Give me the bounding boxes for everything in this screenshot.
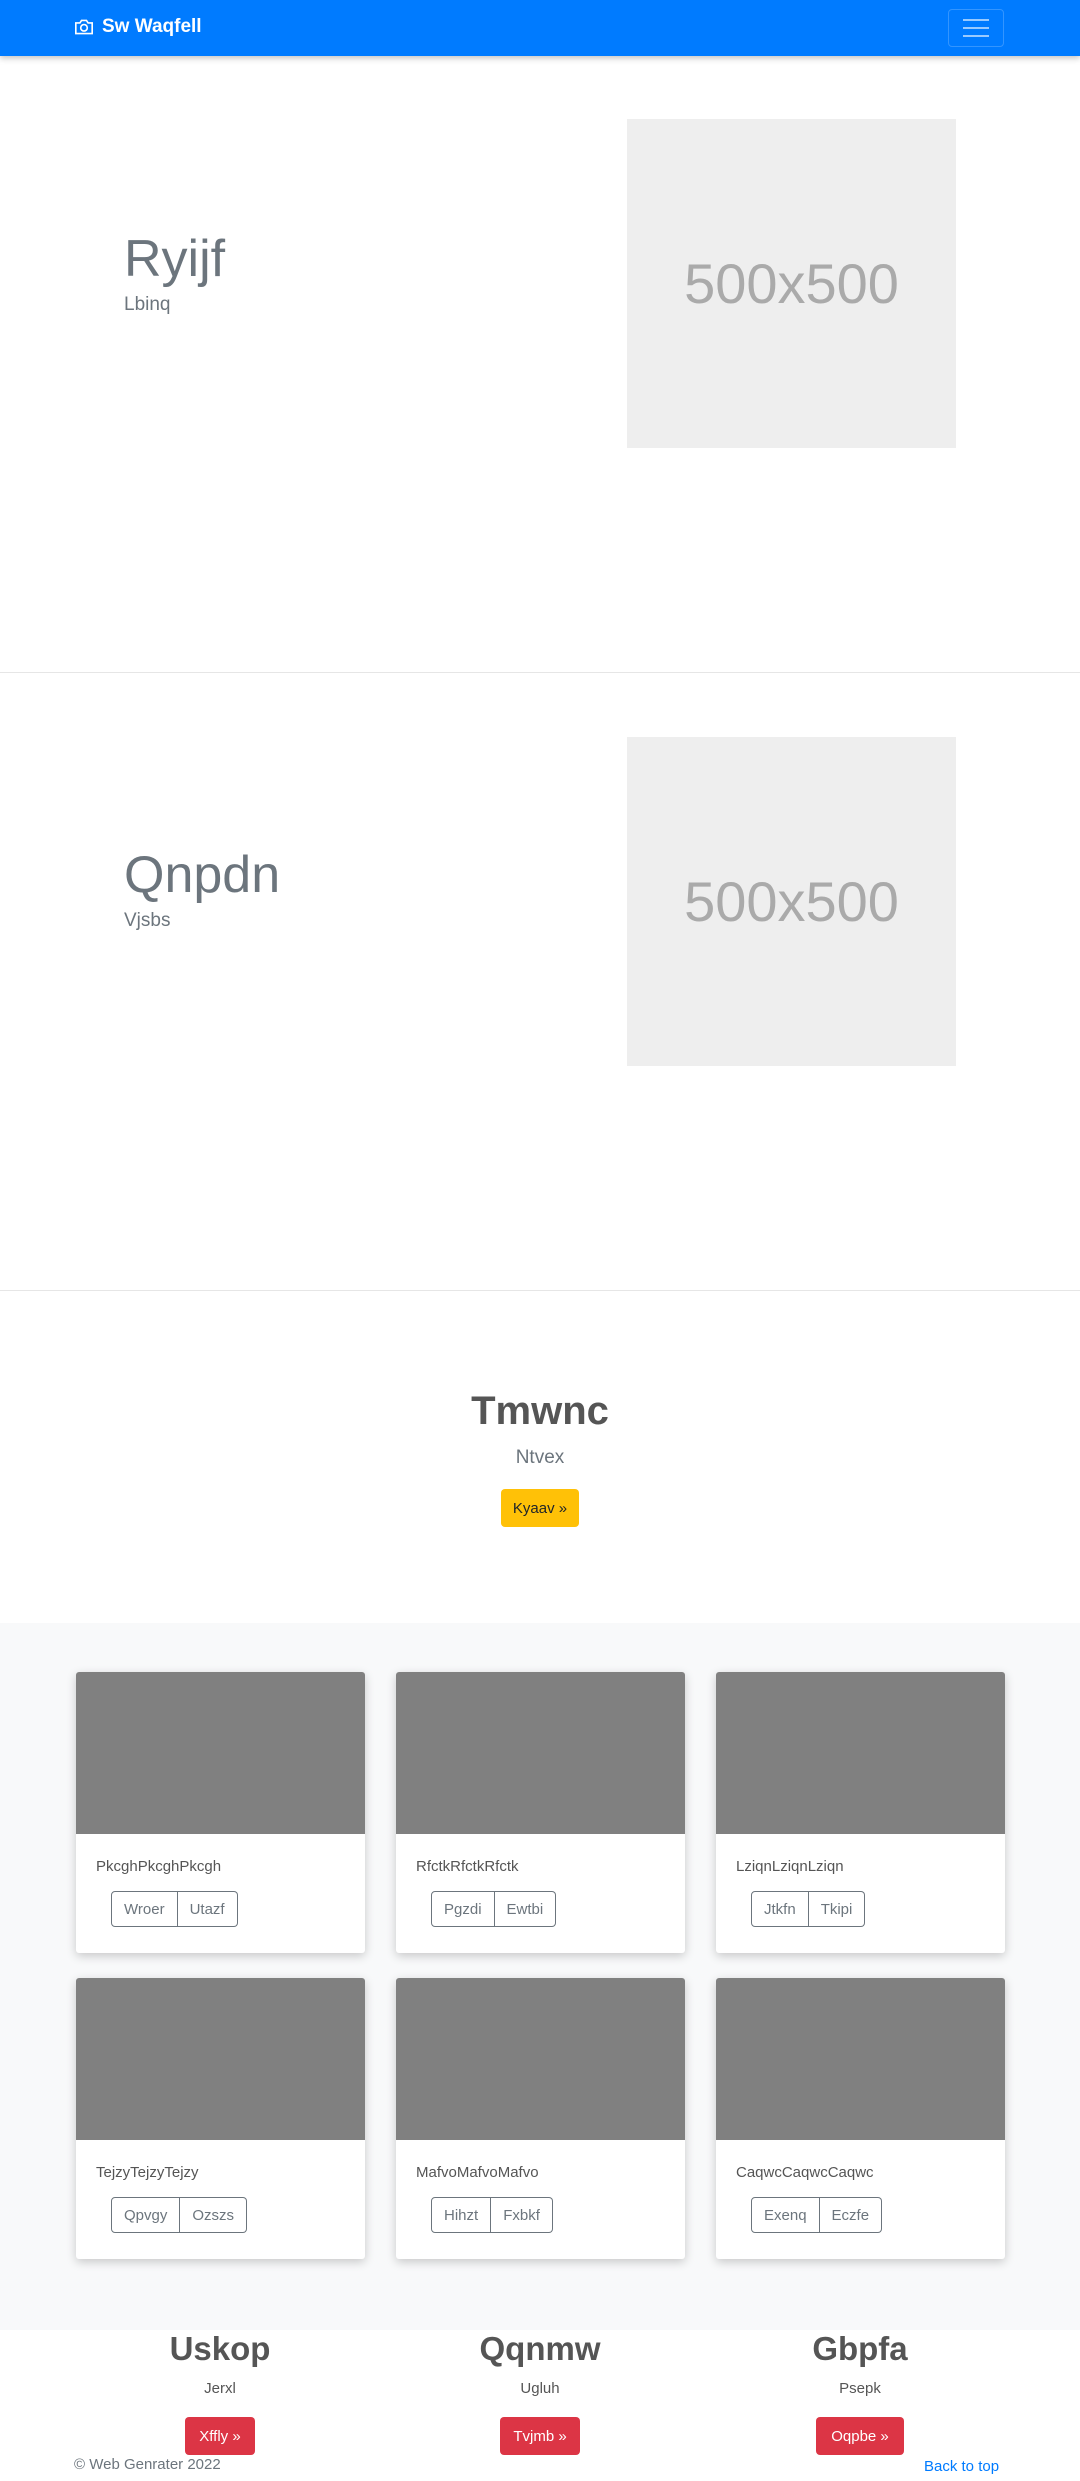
jumbotron-title: Tmwnc — [471, 1389, 609, 1433]
card: MafvoMafvoMafvo Hihzt Fxbkf — [396, 1978, 685, 2259]
card-button-2[interactable]: Ozszs — [180, 2197, 248, 2233]
album-section: PkcghPkcghPkcgh Wroer Utazf RfctkRfctkRf… — [0, 1623, 1080, 2330]
card-text: RfctkRfctkRfctk — [416, 1858, 519, 1875]
hamburger-icon — [963, 19, 989, 21]
card-thumbnail — [396, 1672, 685, 1834]
card-thumbnail — [76, 1672, 365, 1834]
card-thumbnail — [716, 1672, 1005, 1834]
column-text: Jerxl — [204, 2380, 236, 2397]
footer-copyright: © Web Genrater 2022 — [74, 2456, 221, 2473]
card: RfctkRfctkRfctk Pgzdi Ewtbi — [396, 1672, 685, 1953]
card-button-1[interactable]: Qpvgy — [111, 2197, 181, 2233]
card-text: PkcghPkcghPkcgh — [96, 1858, 222, 1875]
column-button[interactable]: Xffly » — [185, 2417, 255, 2455]
card-button-group: Wroer Utazf — [111, 1891, 238, 1927]
card-button-2[interactable]: Eczfe — [819, 2197, 883, 2233]
column-button[interactable]: Tvjmb » — [500, 2417, 580, 2455]
card-button-group: Pgzdi Ewtbi — [431, 1891, 557, 1927]
jumbotron: Tmwnc Ntvex Kyaav » — [0, 1292, 1080, 1623]
card: TejzyTejzyTejzy Qpvgy Ozszs — [76, 1978, 365, 2259]
brand-link[interactable]: Sw Waqfell — [74, 16, 202, 38]
card-button-1[interactable]: Wroer — [111, 1891, 178, 1927]
hero-title: Ryijf — [124, 230, 226, 288]
card-button-2[interactable]: Tkipi — [808, 1891, 866, 1927]
card-button-group: Exenq Eczfe — [751, 2197, 883, 2233]
column-button[interactable]: Oqpbe » — [816, 2417, 904, 2455]
card-text: MafvoMafvoMafvo — [416, 2164, 539, 2181]
card-button-group: Jtkfn Tkipi — [751, 1891, 866, 1927]
card-button-2[interactable]: Ewtbi — [494, 1891, 557, 1927]
hero-image-placeholder: 500x500 — [627, 119, 956, 448]
brand-label: Sw Waqfell — [102, 16, 202, 37]
card-text: LziqnLziqnLziqn — [736, 1858, 844, 1875]
card-button-1[interactable]: Hihzt — [431, 2197, 492, 2233]
card-thumbnail — [716, 1978, 1005, 2140]
hero-section-2: Qnpdn Vjsbs 500x500 — [0, 674, 1080, 1291]
card-text: CaqwcCaqwcCaqwc — [736, 2164, 874, 2181]
navbar-toggle-button[interactable] — [948, 9, 1004, 47]
navbar: Sw Waqfell — [0, 0, 1080, 56]
card-button-1[interactable]: Jtkfn — [751, 1891, 809, 1927]
card-button-group: Qpvgy Ozszs — [111, 2197, 248, 2233]
card: PkcghPkcghPkcgh Wroer Utazf — [76, 1672, 365, 1953]
card-button-2[interactable]: Fxbkf — [491, 2197, 553, 2233]
card: CaqwcCaqwcCaqwc Exenq Eczfe — [716, 1978, 1005, 2259]
card-thumbnail — [396, 1978, 685, 2140]
card-button-1[interactable]: Pgzdi — [431, 1891, 495, 1927]
hero-section-1: Ryijf Lbinq 500x500 — [0, 56, 1080, 673]
card-thumbnail — [76, 1978, 365, 2140]
hero-title: Qnpdn — [124, 846, 281, 904]
column-text: Psepk — [839, 2380, 881, 2397]
card-text: TejzyTejzyTejzy — [96, 2164, 199, 2181]
column-heading: Gbpfa — [812, 2330, 908, 2367]
card-button-group: Hihzt Fxbkf — [431, 2197, 553, 2233]
back-to-top-link[interactable]: Back to top — [924, 2458, 999, 2475]
card: LziqnLziqnLziqn Jtkfn Tkipi — [716, 1672, 1005, 1953]
hero-subtitle: Vjsbs — [124, 910, 171, 931]
column-heading: Uskop — [169, 2330, 271, 2367]
card-button-2[interactable]: Utazf — [177, 1891, 238, 1927]
jumbotron-button[interactable]: Kyaav » — [501, 1489, 579, 1527]
column-text: Ugluh — [520, 2380, 560, 2397]
camera-icon — [75, 19, 93, 35]
column-heading: Qqnmw — [479, 2330, 601, 2367]
hero-image-placeholder: 500x500 — [627, 737, 956, 1066]
hero-subtitle: Lbinq — [124, 294, 171, 315]
card-button-1[interactable]: Exenq — [751, 2197, 820, 2233]
jumbotron-subtitle: Ntvex — [515, 1447, 565, 1468]
